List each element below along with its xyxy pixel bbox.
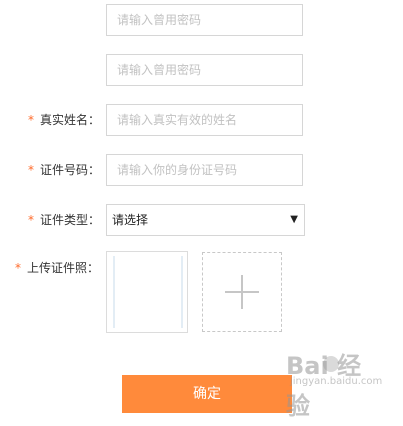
id-number-input[interactable] xyxy=(106,154,303,186)
paw-icon xyxy=(323,356,339,372)
required-star: * xyxy=(14,261,21,275)
dropdown-arrow-icon: ▼ xyxy=(290,214,298,225)
real-name-input[interactable] xyxy=(106,104,303,136)
required-star: * xyxy=(27,163,34,177)
required-star: * xyxy=(27,113,34,127)
submit-button[interactable]: 确定 xyxy=(122,375,292,413)
watermark-url: jingyan.baidu.com xyxy=(290,376,383,387)
id-number-label-text: 证件号码： xyxy=(39,163,100,177)
id-type-selected-value: 请选择 xyxy=(112,213,149,227)
used-password-input-2[interactable] xyxy=(106,54,303,86)
id-type-label: * 证件类型： xyxy=(28,204,100,236)
plus-icon-vertical xyxy=(241,275,243,309)
id-type-select[interactable]: 请选择 ▼ xyxy=(106,204,305,236)
real-name-label: * 真实姓名： xyxy=(28,104,100,136)
id-photo-label-text: 上传证件照： xyxy=(26,261,99,275)
uploaded-photo-thumbnail[interactable] xyxy=(106,251,188,333)
id-photo-label: * 上传证件照： xyxy=(15,252,99,284)
document-preview xyxy=(113,256,183,328)
real-name-label-text: 真实姓名： xyxy=(39,113,100,127)
id-type-label-text: 证件类型： xyxy=(39,213,100,227)
add-photo-button[interactable] xyxy=(202,252,282,332)
required-star: * xyxy=(27,213,34,227)
used-password-input-1[interactable] xyxy=(106,4,303,36)
id-number-label: * 证件号码： xyxy=(28,154,100,186)
